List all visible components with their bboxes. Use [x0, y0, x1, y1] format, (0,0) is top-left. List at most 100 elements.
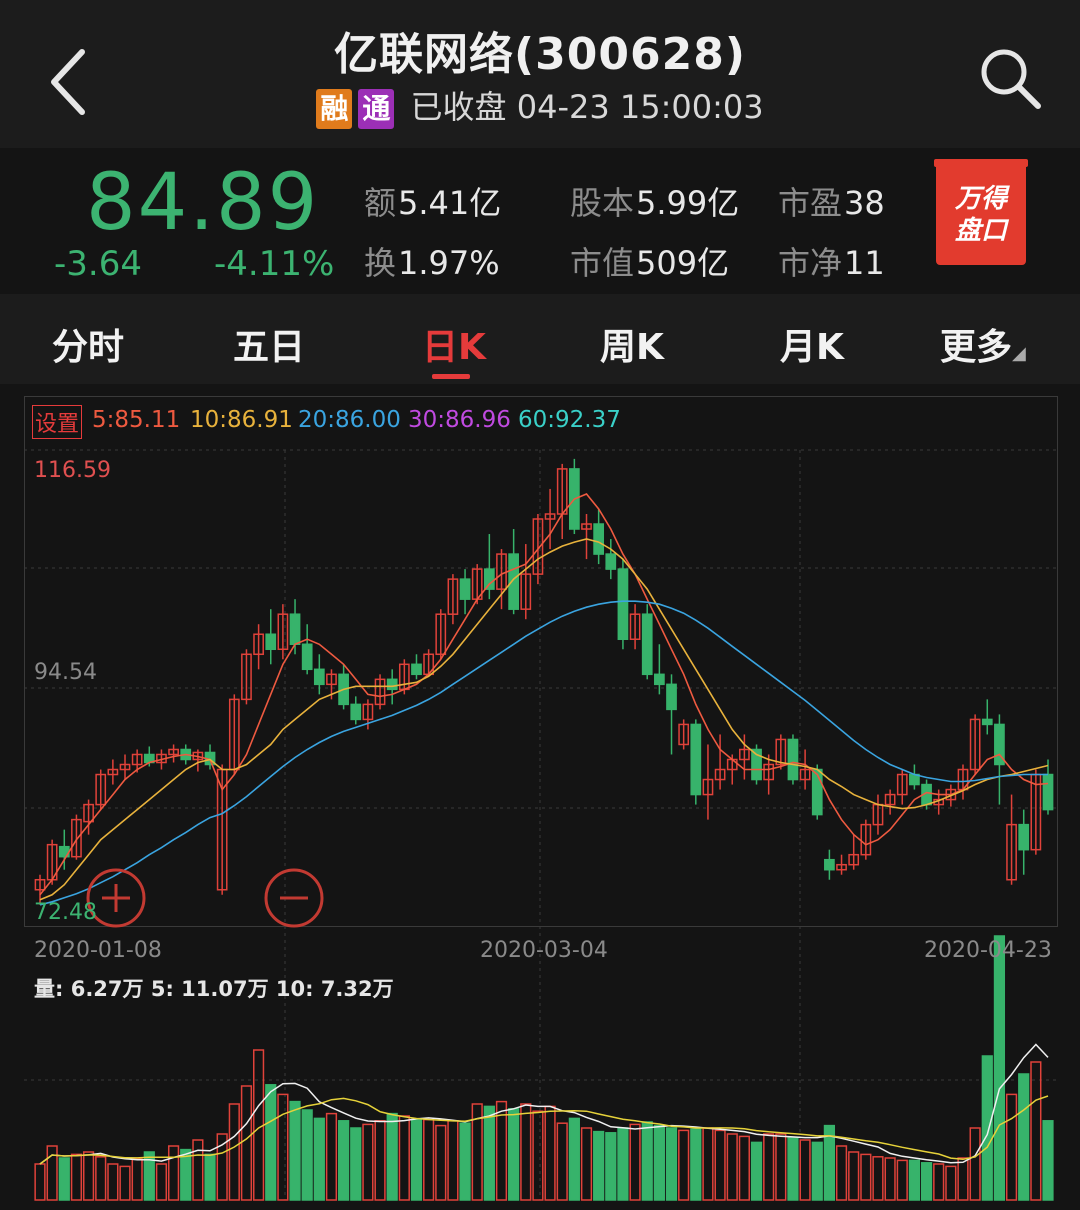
candle-down: [313, 668, 325, 686]
volume-bar-up: [702, 1127, 714, 1201]
volume-bar-down: [920, 1162, 933, 1201]
volume-bar-down: [459, 1122, 471, 1201]
tab-weekly-k[interactable]: 周K: [600, 318, 664, 370]
candle-down: [411, 663, 422, 676]
volume-bar-down: [981, 1055, 993, 1201]
volume-bar-up: [216, 1133, 228, 1201]
volume-bar-up: [155, 1163, 168, 1201]
tab-more[interactable]: 更多◢: [940, 318, 1026, 370]
header-bar: 亿联网络(300628) 融通 已收盘 04-23 15:00:03: [0, 0, 1080, 148]
volume-bar-up: [933, 1163, 945, 1201]
stat-market-cap: 市值509亿: [570, 244, 730, 282]
ma60-legend: 60:92.37: [518, 407, 621, 433]
volume-bar-up: [775, 1133, 787, 1201]
y-label-low: 72.48: [34, 900, 97, 925]
candle-down: [289, 613, 301, 646]
period-tabs: [0, 294, 1080, 384]
candle-down: [1042, 773, 1054, 811]
candle-down: [654, 673, 665, 686]
search-icon[interactable]: [976, 44, 1046, 114]
candle-down: [641, 613, 653, 676]
volume-bar-up: [872, 1156, 884, 1201]
volume-bar-down: [750, 1141, 763, 1201]
volume-bar-down: [811, 1141, 823, 1201]
page-title: 亿联网络(300628): [334, 29, 746, 80]
wind-button-line2: 盘口: [954, 216, 1007, 246]
volume-bar-down: [301, 1109, 313, 1201]
candle-down: [787, 738, 799, 781]
volume-bar-up: [82, 1151, 95, 1201]
ma5-line: [39, 493, 1049, 896]
volume-bar-up: [192, 1139, 204, 1201]
x-label-mid: 2020-03-04: [480, 938, 608, 963]
chart-settings-button[interactable]: 设置: [32, 405, 83, 439]
volume-bar-up: [896, 1159, 908, 1201]
tab-daily-k[interactable]: 日K: [422, 318, 486, 370]
volume-bar-up: [95, 1156, 107, 1201]
candle-down: [981, 718, 993, 726]
price-panel-border: [24, 396, 1058, 927]
price-change: -3.64: [54, 244, 142, 284]
volume-bar-down: [593, 1130, 605, 1201]
ma20-legend: 20:86.00: [298, 407, 401, 433]
volume-bar-up: [945, 1165, 957, 1201]
stat-turnover-amount: 额5.41亿: [364, 184, 502, 222]
candle-down: [483, 568, 495, 590]
volume-bar-up: [374, 1120, 386, 1201]
volume-bar-up: [848, 1151, 860, 1201]
volume-bar-up: [678, 1129, 690, 1201]
tab-intraday[interactable]: 分时: [52, 318, 124, 370]
ma20-line: [39, 600, 1048, 906]
volume-bar-up: [629, 1123, 641, 1201]
candle-down: [593, 523, 605, 555]
volume-bar-down: [993, 935, 1006, 1201]
volume-bar-down: [787, 1136, 799, 1201]
volume-bar-up: [70, 1153, 83, 1201]
volume-bar-up: [423, 1118, 435, 1201]
volume-bar-up: [119, 1165, 131, 1201]
volume-bar-up: [252, 1049, 265, 1201]
volume-bar-up: [969, 1127, 981, 1201]
volume-bar-down: [568, 1117, 580, 1201]
volume-bar-down: [908, 1159, 921, 1201]
volume-bar-up: [532, 1110, 544, 1201]
tab-five-day[interactable]: 五日: [233, 318, 305, 370]
wind-button-line1: 万得: [954, 184, 1007, 214]
volume-bar-up: [34, 1163, 46, 1201]
kline-svg: [24, 396, 1058, 1201]
candle-down: [508, 553, 520, 610]
candle-down: [811, 768, 823, 816]
wind-orderbook-button[interactable]: 万得 盘口: [934, 159, 1028, 265]
volume-bar-up: [46, 1145, 58, 1201]
volume-bar-up: [435, 1124, 447, 1201]
candle-down: [301, 643, 313, 671]
status-line: 融通 已收盘 04-23 15:00:03: [0, 82, 1080, 129]
volume-bar-up: [131, 1158, 143, 1201]
candle-down: [617, 568, 629, 640]
volume-bar-up: [167, 1145, 180, 1201]
volume-bar-down: [617, 1127, 629, 1201]
volume-bar-up: [107, 1163, 119, 1201]
volume-legend: 量: 6.27万 5: 11.07万 10: 7.32万: [34, 977, 394, 1001]
volume-bar-up: [726, 1133, 738, 1201]
volume-bar-down: [58, 1157, 70, 1201]
volume-bar-up: [884, 1157, 896, 1201]
volume-bar-down: [641, 1121, 653, 1201]
volume-bar-up: [738, 1135, 750, 1201]
volume-bar-up: [240, 1085, 253, 1201]
volume-bar-down: [265, 1084, 277, 1201]
candle-down: [1018, 823, 1030, 851]
volume-bar-up: [447, 1120, 459, 1201]
active-tab-indicator: [432, 374, 470, 379]
volume-bar-up: [398, 1115, 410, 1201]
volume-bar-up: [277, 1093, 289, 1201]
x-label-start: 2020-01-08: [34, 938, 162, 963]
volume-bar-down: [386, 1112, 398, 1201]
kline-chart-area[interactable]: [24, 396, 1058, 1206]
stat-turnover-rate: 换1.97%: [364, 244, 500, 282]
volume-bar-down: [508, 1108, 520, 1201]
y-label-high: 116.59: [34, 458, 111, 483]
volume-bar-up: [860, 1153, 872, 1201]
tab-monthly-k[interactable]: 月K: [780, 318, 844, 370]
ma30-legend: 30:86.96: [408, 407, 511, 433]
